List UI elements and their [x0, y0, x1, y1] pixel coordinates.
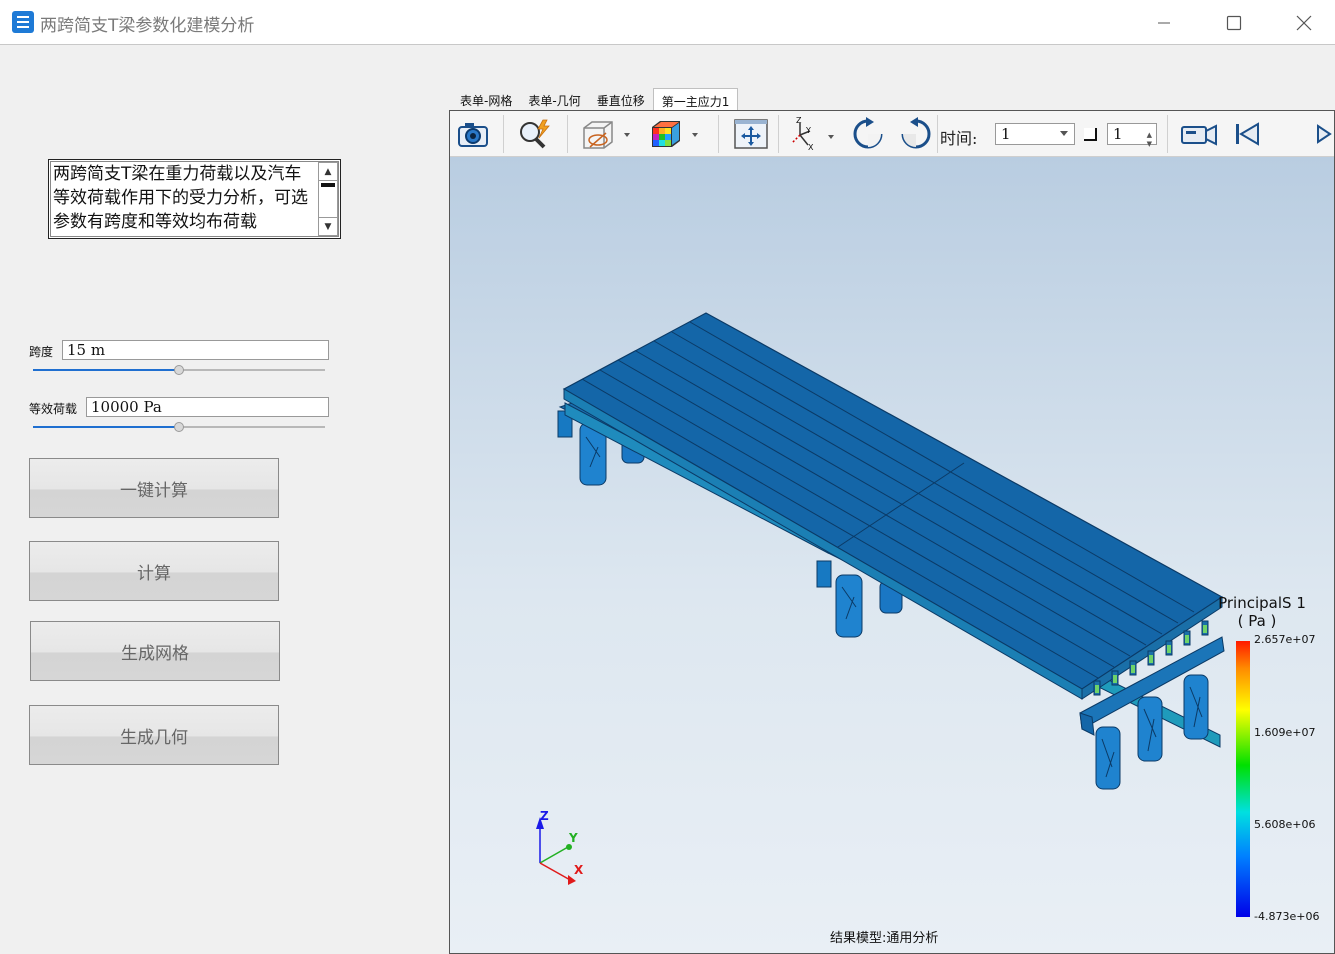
color-cube-icon[interactable]	[646, 117, 702, 151]
axes-triad	[536, 817, 576, 885]
title-bar: 两跨简支T梁参数化建模分析	[0, 0, 1335, 45]
record-camera-icon[interactable]	[1180, 117, 1220, 151]
legend-tick-min: -4.873e+06	[1254, 910, 1320, 923]
load-input[interactable]: 10000 Pa	[86, 397, 329, 417]
rotate-cw-icon[interactable]	[850, 117, 886, 151]
minimize-icon	[1158, 22, 1170, 23]
span-slider[interactable]	[33, 363, 325, 377]
frame-checkbox[interactable]	[1084, 128, 1097, 141]
load-slider-handle[interactable]	[174, 422, 184, 432]
compute-button[interactable]: 计算	[29, 541, 279, 601]
axis-x-label: X	[574, 863, 584, 877]
description-text: 两跨简支T梁在重力荷载以及汽车等效荷载作用下的受力分析，可选参数有跨度和等效均布…	[53, 164, 308, 232]
span-slider-handle[interactable]	[174, 365, 184, 375]
legend-unit: ( Pa )	[1237, 612, 1277, 630]
load-slider[interactable]	[33, 420, 325, 434]
time-select[interactable]: 1	[995, 123, 1075, 145]
app-grid-icon	[12, 11, 34, 33]
span-label: 跨度	[29, 345, 54, 359]
legend-tick-max: 2.657e+07	[1254, 633, 1316, 646]
scroll-down-icon[interactable]: ▼	[319, 217, 337, 235]
zoom-icon[interactable]	[516, 117, 554, 151]
result-model-label: 结果模型:通用分析	[830, 931, 939, 946]
axes-icon[interactable]: Z Y X	[786, 117, 840, 151]
fit-view-icon[interactable]	[733, 117, 769, 151]
one-click-compute-button[interactable]: 一键计算	[29, 458, 279, 518]
spin-down-icon[interactable]: ▼	[1147, 134, 1152, 154]
camera-icon[interactable]	[456, 117, 490, 151]
viewer-toolbar: Z Y X 时间: 1 1 ▲ ▼	[450, 111, 1334, 157]
maximize-button[interactable]	[1199, 0, 1269, 45]
tab-principal-stress[interactable]: 第一主应力1	[652, 88, 739, 111]
tab-vertical-displacement[interactable]: 垂直位移	[589, 88, 653, 110]
generate-geometry-button[interactable]: 生成几何	[29, 705, 279, 765]
minimize-button[interactable]	[1129, 0, 1199, 45]
next-frame-icon[interactable]	[1314, 117, 1334, 151]
tab-geometry-form[interactable]: 表单-几何	[520, 88, 588, 110]
chevron-down-icon	[1060, 131, 1068, 136]
legend-color-bar	[1236, 641, 1250, 917]
description-scrollbar[interactable]: ▲ ▼	[318, 162, 338, 236]
close-icon	[1296, 15, 1312, 30]
axis-y-label: Y	[569, 831, 578, 845]
rotate-ccw-icon[interactable]	[898, 117, 934, 151]
load-label: 等效荷载	[29, 402, 78, 416]
tab-mesh-form[interactable]: 表单-网格	[452, 88, 520, 110]
span-slider-fill	[33, 369, 179, 371]
legend-tick: 5.608e+06	[1254, 818, 1316, 831]
scroll-up-icon[interactable]: ▲	[319, 163, 337, 181]
span-input[interactable]: 15 m	[62, 340, 329, 360]
result-tabs: 表单-网格 表单-几何 垂直位移 第一主应力1	[452, 88, 739, 111]
legend-tick: 1.609e+07	[1254, 726, 1316, 739]
time-select-value: 1	[1001, 125, 1011, 143]
bridge-model	[536, 312, 1225, 885]
svg-text:X: X	[808, 143, 814, 151]
view-box-icon[interactable]	[580, 117, 632, 151]
window-title: 两跨简支T梁参数化建模分析	[40, 16, 255, 36]
svg-text:Z: Z	[796, 117, 802, 125]
svg-text:Y: Y	[805, 126, 811, 135]
description-textbox[interactable]: 两跨简支T梁在重力荷载以及汽车等效荷载作用下的受力分析，可选参数有跨度和等效均布…	[48, 159, 341, 239]
result-viewport: Z Y X 时间: 1 1 ▲ ▼ Z Y X PrincipalS 1 (P…	[449, 110, 1335, 954]
model-canvas[interactable]: Z Y X PrincipalS 1 ( Pa ) 2.657e+07 1.60…	[450, 157, 1334, 953]
time-label: 时间:	[940, 129, 978, 148]
frame-spinbox-value: 1	[1113, 125, 1123, 143]
generate-mesh-button[interactable]: 生成网格	[30, 621, 280, 681]
legend-title: PrincipalS 1	[1218, 594, 1306, 612]
first-frame-icon[interactable]	[1232, 117, 1262, 151]
frame-spinbox[interactable]: 1 ▲ ▼	[1107, 123, 1157, 148]
load-slider-fill	[33, 426, 179, 428]
close-button[interactable]	[1269, 0, 1335, 45]
axis-z-label: Z	[540, 809, 549, 823]
maximize-icon	[1226, 15, 1242, 30]
scroll-thumb[interactable]	[321, 183, 335, 187]
